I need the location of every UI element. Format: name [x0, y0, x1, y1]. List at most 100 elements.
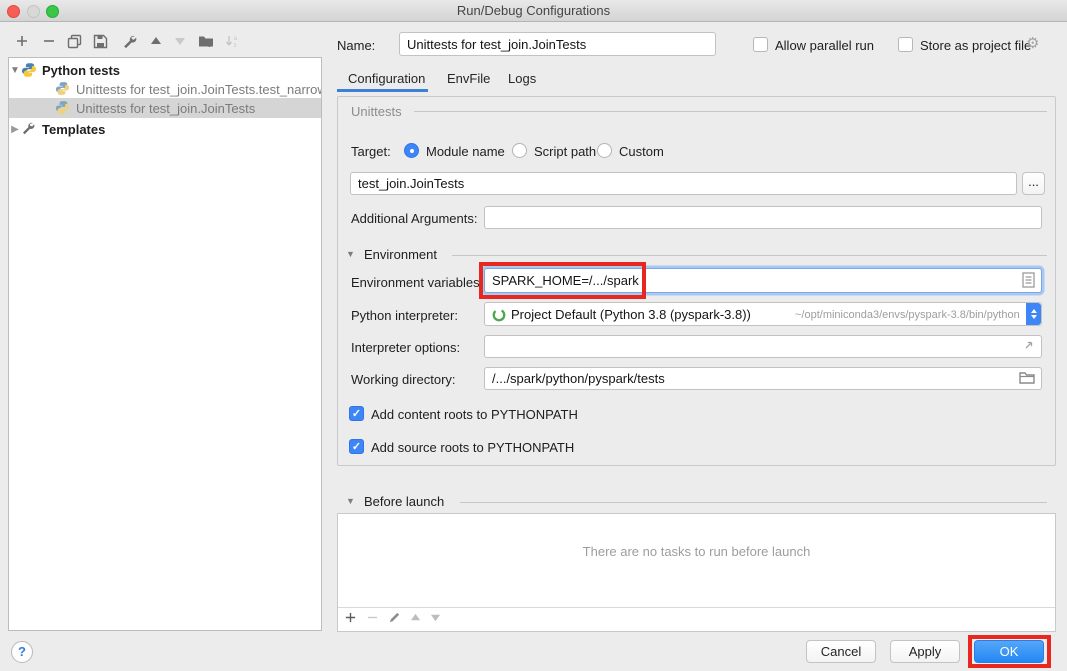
environment-variables-label: Environment variables:	[351, 275, 483, 290]
remove-task-icon[interactable]	[366, 611, 379, 624]
target-label: Target:	[351, 144, 391, 159]
tree-item-label: Unittests for test_join.JoinTests	[76, 101, 255, 116]
arrow-down-icon	[174, 35, 186, 47]
edit-task-icon[interactable]	[388, 611, 401, 624]
wrench-icon	[21, 121, 37, 137]
tab-logs[interactable]: Logs	[508, 71, 536, 86]
copy-configuration-button[interactable]	[65, 32, 83, 50]
remove-configuration-button[interactable]	[40, 32, 58, 50]
name-input[interactable]	[399, 32, 716, 56]
copy-icon	[67, 34, 82, 49]
add-source-roots-label: Add source roots to PYTHONPATH	[371, 440, 574, 455]
target-module-name-label: Module name	[426, 144, 505, 159]
interpreter-options-input[interactable]	[484, 335, 1042, 358]
minus-icon	[42, 34, 56, 48]
add-task-icon[interactable]	[344, 611, 357, 624]
plus-icon	[15, 34, 29, 48]
active-tab-indicator	[337, 89, 428, 92]
chevron-down-icon[interactable]: ▼	[9, 65, 21, 76]
environment-variables-input[interactable]	[484, 268, 1042, 293]
svg-text:z: z	[234, 42, 237, 49]
task-toolbar	[344, 611, 441, 624]
tree-item-label: Python tests	[42, 63, 120, 78]
help-button[interactable]: ?	[11, 641, 33, 663]
edit-templates-button[interactable]	[120, 32, 138, 50]
target-custom-radio[interactable]	[597, 143, 612, 158]
environment-section-title: Environment	[364, 247, 437, 262]
tree-item-templates[interactable]: ▶ Templates	[9, 119, 321, 139]
add-configuration-button[interactable]	[13, 32, 31, 50]
expand-field-icon[interactable]	[1022, 339, 1035, 355]
move-up-button[interactable]	[147, 32, 165, 50]
tree-item-unittests-jointests[interactable]: Unittests for test_join.JoinTests	[9, 98, 321, 118]
add-content-roots-checkbox[interactable]: ✓	[349, 406, 364, 421]
move-task-down-icon[interactable]	[430, 612, 441, 623]
unittests-group-title: Unittests	[351, 104, 402, 119]
wrench-icon	[122, 34, 137, 49]
svg-text:a: a	[234, 35, 238, 42]
before-launch-task-list[interactable]: There are no tasks to run before launch	[337, 513, 1056, 632]
before-launch-rule	[460, 502, 1047, 503]
tab-envfile[interactable]: EnvFile	[447, 71, 490, 86]
interpreter-options-label: Interpreter options:	[351, 340, 460, 355]
target-script-path-label: Script path	[534, 144, 596, 159]
apply-button[interactable]: Apply	[890, 640, 960, 663]
python-interpreter-value: Project Default (Python 3.8 (pyspark-3.8…	[511, 307, 751, 322]
target-module-name-radio[interactable]	[404, 143, 419, 158]
tree-item-unittests-test-narrow[interactable]: Unittests for test_join.JoinTests.test_n…	[9, 79, 321, 99]
env-variables-editor-icon[interactable]	[1022, 272, 1035, 291]
tree-item-label: Unittests for test_join.JoinTests.test_n…	[76, 82, 321, 97]
environment-section-rule	[452, 255, 1047, 256]
folder-plus-icon	[198, 34, 214, 48]
allow-parallel-run-label: Allow parallel run	[775, 38, 874, 53]
tree-item-label: Templates	[42, 122, 105, 137]
chevron-up-icon	[1031, 309, 1037, 313]
target-input[interactable]	[350, 172, 1017, 195]
cancel-button[interactable]: Cancel	[806, 640, 876, 663]
move-down-button[interactable]	[171, 32, 189, 50]
interpreter-stepper[interactable]	[1026, 303, 1041, 325]
python-icon	[21, 62, 37, 78]
additional-arguments-input[interactable]	[484, 206, 1042, 229]
chevron-down-icon	[1031, 315, 1037, 319]
target-script-path-radio[interactable]	[512, 143, 527, 158]
group-title-rule	[414, 111, 1047, 112]
allow-parallel-run-checkbox[interactable]	[753, 37, 768, 52]
new-folder-button[interactable]	[197, 32, 215, 50]
chevron-right-icon[interactable]: ▶	[9, 124, 21, 135]
add-source-roots-checkbox[interactable]: ✓	[349, 439, 364, 454]
conda-env-icon	[492, 308, 506, 325]
move-task-up-icon[interactable]	[410, 612, 421, 623]
browse-target-button[interactable]: ...	[1022, 172, 1045, 195]
ok-button[interactable]: OK	[974, 640, 1044, 663]
working-directory-label: Working directory:	[351, 372, 456, 387]
additional-arguments-label: Additional Arguments:	[351, 211, 477, 226]
store-as-project-file-label: Store as project file	[920, 38, 1031, 53]
environment-collapse-icon[interactable]: ▼	[346, 249, 355, 259]
python-interpreter-select[interactable]: Project Default (Python 3.8 (pyspark-3.8…	[484, 302, 1042, 326]
task-toolbar-divider	[338, 607, 1055, 608]
sort-az-icon: az	[225, 34, 241, 49]
gear-icon[interactable]: ⚙	[1026, 34, 1039, 52]
arrow-up-icon	[150, 35, 162, 47]
working-directory-input[interactable]	[484, 367, 1042, 390]
save-configuration-button[interactable]	[91, 32, 109, 50]
python-interpreter-label: Python interpreter:	[351, 308, 458, 323]
tree-item-python-tests[interactable]: ▼ Python tests	[9, 60, 321, 80]
add-content-roots-label: Add content roots to PYTHONPATH	[371, 407, 578, 422]
before-launch-collapse-icon[interactable]: ▼	[346, 496, 355, 506]
sort-configurations-button[interactable]: az	[224, 32, 242, 50]
run-debug-configurations-dialog: { "window": { "title": "Run/Debug Config…	[0, 0, 1067, 671]
store-as-project-file-checkbox[interactable]	[898, 37, 913, 52]
title-bar: Run/Debug Configurations	[0, 0, 1067, 22]
configurations-tree: ▼ Python tests Unittests for test_join.J…	[8, 57, 322, 631]
name-label: Name:	[337, 38, 375, 53]
target-custom-label: Custom	[619, 144, 664, 159]
python-icon	[55, 81, 71, 97]
folder-icon[interactable]	[1019, 371, 1035, 387]
python-interpreter-path: ~/opt/miniconda3/envs/pyspark-3.8/bin/py…	[795, 309, 1020, 321]
tab-configuration[interactable]: Configuration	[348, 71, 425, 86]
window-title: Run/Debug Configurations	[0, 3, 1067, 18]
before-launch-empty-text: There are no tasks to run before launch	[338, 544, 1055, 559]
python-icon	[55, 100, 71, 116]
